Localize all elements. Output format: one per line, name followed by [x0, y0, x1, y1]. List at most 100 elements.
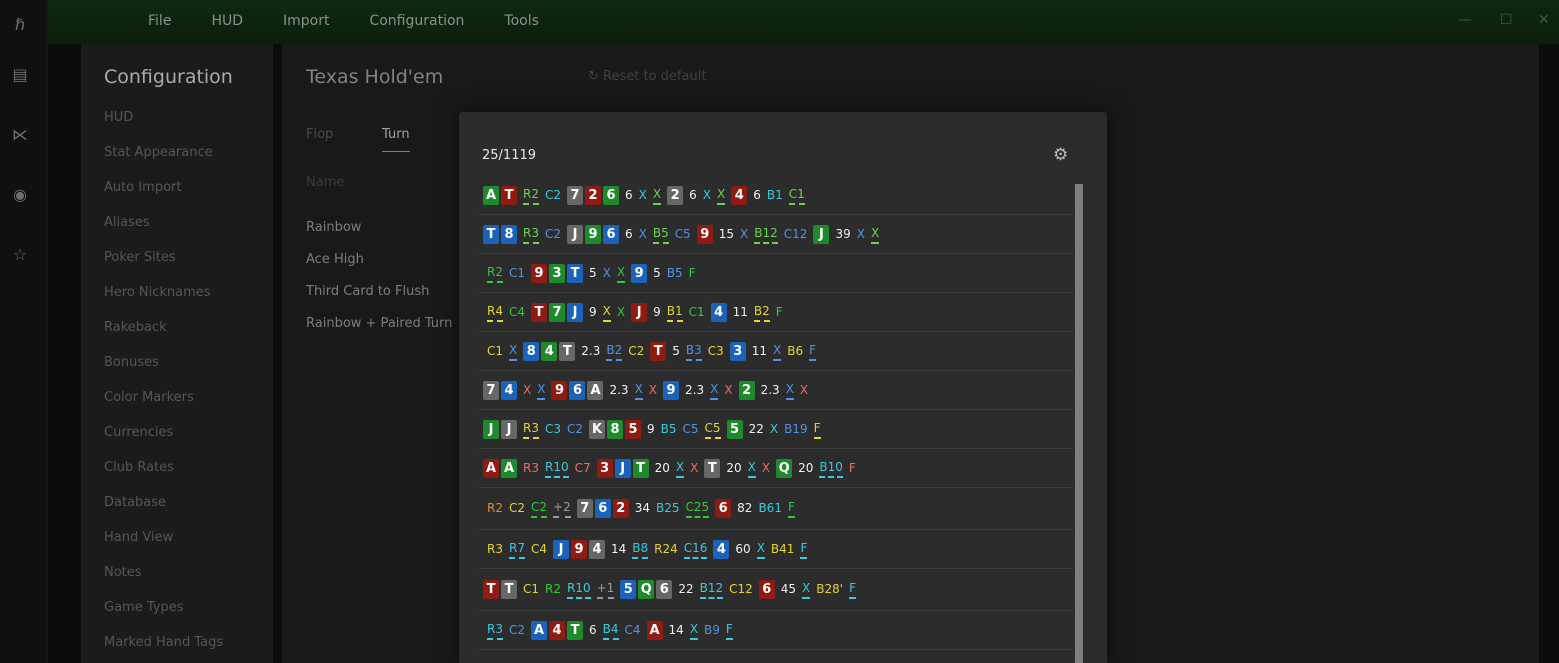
- menu-hud[interactable]: HUD: [211, 13, 243, 29]
- action-token: X: [690, 460, 699, 475]
- card: A: [483, 458, 499, 478]
- card: J: [614, 458, 631, 478]
- action-token: 6: [589, 622, 597, 637]
- card: Q: [776, 458, 793, 478]
- config-item-game-types[interactable]: Game Types: [104, 600, 223, 635]
- action-token: 6: [625, 187, 633, 202]
- gear-icon[interactable]: ⚙: [1053, 145, 1068, 165]
- card: 2: [667, 185, 684, 205]
- card: T: [704, 458, 721, 478]
- config-item-aliases[interactable]: Aliases: [104, 215, 223, 250]
- left-rail: ℏ ▤ ⋉ ◉ ☆: [0, 0, 48, 663]
- table-row[interactable]: T 8 R3 C2 J 9 6 6 X B5 C5 9 15 X B12 C12 J 39 X X: [479, 215, 1073, 254]
- table-row[interactable]: 7 4 X X 9 6 A 2.3 X X 9 2.3 X X 2 2.3 X X: [479, 371, 1073, 410]
- action-token: 2.3: [581, 343, 601, 358]
- config-item-hud[interactable]: HUD: [104, 110, 223, 145]
- config-item-database[interactable]: Database: [104, 495, 223, 530]
- action-token: C1: [523, 582, 540, 596]
- name-column-header: Name: [306, 175, 345, 190]
- card: 5: [625, 419, 642, 439]
- table-row[interactable]: R2 C1 9 3 T 5 X X 9 5 B5 F: [479, 254, 1073, 293]
- config-item-auto-import[interactable]: Auto Import: [104, 180, 223, 215]
- config-item-stat-appearance[interactable]: Stat Appearance: [104, 145, 223, 180]
- config-item-club-rates[interactable]: Club Rates: [104, 460, 223, 495]
- category-item[interactable]: Third Card to Flush: [306, 284, 429, 299]
- card: 6: [656, 580, 673, 599]
- action-token: X: [634, 381, 643, 400]
- action-token: F: [787, 499, 795, 518]
- action-token: R3: [523, 420, 539, 439]
- action-token: X: [616, 264, 626, 283]
- reset-button[interactable]: ↻ Reset to default: [588, 69, 706, 84]
- config-item-currencies[interactable]: Currencies: [104, 425, 223, 460]
- menu-file[interactable]: File: [148, 13, 171, 29]
- card: K: [589, 419, 606, 439]
- card: 4: [713, 539, 730, 559]
- menu-import[interactable]: Import: [283, 13, 329, 29]
- card: 2: [585, 185, 601, 205]
- action-token: X: [702, 187, 711, 202]
- action-token: X: [724, 382, 733, 397]
- card: 6: [715, 499, 732, 518]
- broadcast-icon[interactable]: ◉: [9, 184, 31, 206]
- action-token: C3: [544, 421, 561, 436]
- config-item-hero-nicknames[interactable]: Hero Nicknames: [104, 285, 223, 320]
- action-token: F: [725, 621, 733, 640]
- action-token: B5: [666, 265, 683, 280]
- action-token: 6: [689, 187, 697, 202]
- table-row[interactable]: R2 C2 C2 +2 7 6 2 34 B25 C25 6 82 B61 F: [479, 488, 1073, 530]
- action-token: B41: [770, 541, 795, 556]
- config-item-poker-sites[interactable]: Poker Sites: [104, 250, 223, 285]
- card: A: [646, 620, 663, 640]
- action-token: 15: [718, 226, 735, 241]
- maximize-icon[interactable]: ☐: [1500, 12, 1513, 28]
- card: 7: [576, 499, 593, 518]
- logo-icon[interactable]: ℏ: [9, 14, 31, 36]
- action-token: B28': [816, 582, 844, 596]
- action-token: X: [638, 226, 647, 241]
- table-row[interactable]: T T C1 R2 R10 +1 5 Q 6 22 B12 C12 6 45 X B28' F: [479, 569, 1073, 611]
- action-token: 11: [751, 343, 768, 358]
- close-icon[interactable]: ✕: [1538, 12, 1550, 28]
- category-item[interactable]: Rainbow: [306, 220, 361, 235]
- action-token: X: [648, 382, 658, 397]
- table-row[interactable]: R3 C2 A 4 T 6 B4 C4 A 14 X B9 F: [479, 611, 1073, 650]
- action-token: C2: [544, 187, 561, 202]
- category-item[interactable]: Rainbow + Paired Turn: [306, 316, 452, 331]
- table-row[interactable]: R3 R7 C4 J 9 4 14 B8 R24 C16 4 60 X B41 F: [479, 530, 1073, 569]
- card: J: [631, 302, 648, 322]
- share-icon[interactable]: ⋉: [9, 124, 31, 146]
- config-item-marked-hand-tags[interactable]: Marked Hand Tags: [104, 635, 223, 663]
- scrollbar[interactable]: [1075, 184, 1083, 663]
- document-icon[interactable]: ▤: [9, 64, 31, 86]
- action-token: C2: [544, 226, 561, 241]
- card: 6: [603, 224, 619, 244]
- action-token: B2: [606, 342, 623, 361]
- action-token: R2: [487, 501, 503, 515]
- config-item-color-markers[interactable]: Color Markers: [104, 390, 223, 425]
- menu-tools[interactable]: Tools: [504, 13, 539, 29]
- table-row[interactable]: A T R2 C2 7 2 6 6 X X 2 6 X X 4 6 B1 C1: [479, 176, 1073, 215]
- config-item-notes[interactable]: Notes: [104, 565, 223, 600]
- table-row[interactable]: C1 X 8 4 T 2.3 B2 C2 T 5 B3 C3 3 11 X B6 F: [479, 332, 1073, 371]
- action-token: 60: [735, 541, 751, 556]
- action-token: X: [740, 226, 749, 241]
- config-item-bonuses[interactable]: Bonuses: [104, 355, 223, 390]
- tab-turn[interactable]: Turn: [382, 127, 410, 152]
- action-token: +1: [596, 580, 615, 599]
- star-list-icon[interactable]: ☆: [9, 244, 31, 266]
- table-row[interactable]: A A R3 R10 C7 3 J T 20 X X T 20 X X Q 20 B10 F: [479, 449, 1073, 488]
- action-token: R10: [544, 459, 569, 478]
- action-token: B19: [784, 421, 808, 436]
- tab-flop[interactable]: Flop: [306, 127, 333, 142]
- category-item[interactable]: Ace High: [306, 252, 364, 267]
- hand-rows: A T R2 C2 7 2 6 6 X X 2 6 X X 4 6 B1 C1 T 8 R3 C2 J 9 6 6 X B5 C5 9 15…: [479, 176, 1073, 650]
- minimize-icon[interactable]: —: [1458, 12, 1472, 28]
- card: J: [567, 302, 583, 322]
- menu-configuration[interactable]: Configuration: [369, 13, 464, 29]
- config-item-hand-view[interactable]: Hand View: [104, 530, 223, 565]
- table-row[interactable]: R4 C4 T 7 J 9 X X J 9 B1 C1 4 11 B2 F: [479, 293, 1073, 332]
- config-item-rakeback[interactable]: Rakeback: [104, 320, 223, 355]
- action-token: X: [870, 225, 880, 244]
- table-row[interactable]: J J R3 C3 C2 K 8 5 9 B5 C5 C5 5 22 X B19 F: [479, 410, 1073, 449]
